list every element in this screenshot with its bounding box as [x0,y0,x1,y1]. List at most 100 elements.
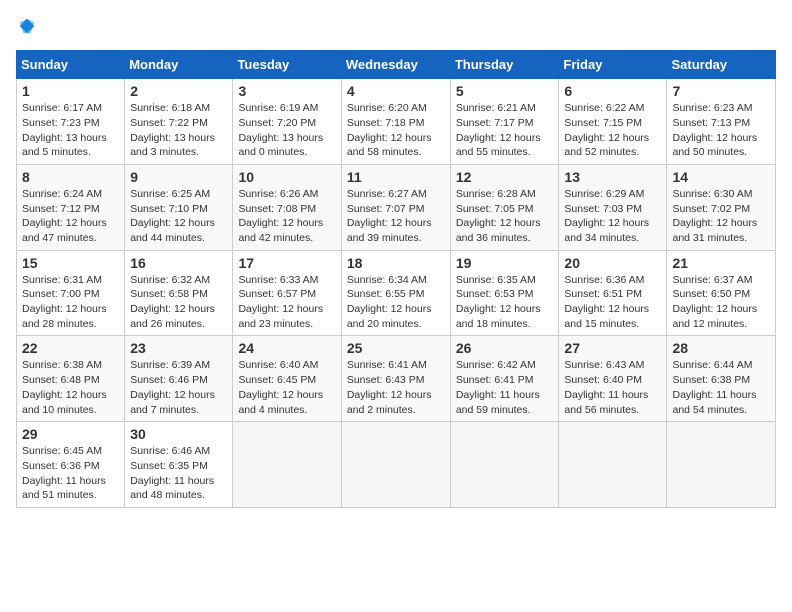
week-row-5: 29 Sunrise: 6:45 AMSunset: 6:36 PMDaylig… [17,422,776,508]
day-detail: Sunrise: 6:40 AMSunset: 6:45 PMDaylight:… [238,358,335,417]
day-detail: Sunrise: 6:45 AMSunset: 6:36 PMDaylight:… [22,444,119,503]
day-number: 20 [564,255,661,271]
calendar-cell: 14 Sunrise: 6:30 AMSunset: 7:02 PMDaylig… [667,164,776,250]
calendar-cell [233,422,341,508]
calendar-cell: 16 Sunrise: 6:32 AMSunset: 6:58 PMDaylig… [125,250,233,336]
day-number: 29 [22,426,119,442]
calendar-cell: 3 Sunrise: 6:19 AMSunset: 7:20 PMDayligh… [233,79,341,165]
calendar-cell: 18 Sunrise: 6:34 AMSunset: 6:55 PMDaylig… [341,250,450,336]
calendar-cell [341,422,450,508]
day-detail: Sunrise: 6:28 AMSunset: 7:05 PMDaylight:… [456,187,554,246]
day-number: 22 [22,340,119,356]
day-detail: Sunrise: 6:21 AMSunset: 7:17 PMDaylight:… [456,101,554,160]
day-number: 5 [456,83,554,99]
calendar-cell [559,422,667,508]
calendar-cell [667,422,776,508]
day-detail: Sunrise: 6:24 AMSunset: 7:12 PMDaylight:… [22,187,119,246]
day-number: 13 [564,169,661,185]
logo [16,16,36,40]
day-detail: Sunrise: 6:32 AMSunset: 6:58 PMDaylight:… [130,273,227,332]
page-header [16,16,776,40]
day-number: 6 [564,83,661,99]
weekday-header-sunday: Sunday [17,51,125,79]
calendar-cell: 5 Sunrise: 6:21 AMSunset: 7:17 PMDayligh… [450,79,559,165]
day-number: 17 [238,255,335,271]
calendar-cell: 6 Sunrise: 6:22 AMSunset: 7:15 PMDayligh… [559,79,667,165]
day-number: 19 [456,255,554,271]
day-number: 1 [22,83,119,99]
day-number: 8 [22,169,119,185]
day-detail: Sunrise: 6:31 AMSunset: 7:00 PMDaylight:… [22,273,119,332]
day-number: 26 [456,340,554,356]
weekday-header-saturday: Saturday [667,51,776,79]
day-number: 9 [130,169,227,185]
day-detail: Sunrise: 6:42 AMSunset: 6:41 PMDaylight:… [456,358,554,417]
day-detail: Sunrise: 6:44 AMSunset: 6:38 PMDaylight:… [672,358,770,417]
day-detail: Sunrise: 6:37 AMSunset: 6:50 PMDaylight:… [672,273,770,332]
day-detail: Sunrise: 6:26 AMSunset: 7:08 PMDaylight:… [238,187,335,246]
week-row-2: 8 Sunrise: 6:24 AMSunset: 7:12 PMDayligh… [17,164,776,250]
calendar-cell: 22 Sunrise: 6:38 AMSunset: 6:48 PMDaylig… [17,336,125,422]
calendar-cell: 10 Sunrise: 6:26 AMSunset: 7:08 PMDaylig… [233,164,341,250]
day-detail: Sunrise: 6:27 AMSunset: 7:07 PMDaylight:… [347,187,445,246]
day-number: 11 [347,169,445,185]
calendar-cell: 17 Sunrise: 6:33 AMSunset: 6:57 PMDaylig… [233,250,341,336]
calendar-cell: 21 Sunrise: 6:37 AMSunset: 6:50 PMDaylig… [667,250,776,336]
day-detail: Sunrise: 6:29 AMSunset: 7:03 PMDaylight:… [564,187,661,246]
day-detail: Sunrise: 6:39 AMSunset: 6:46 PMDaylight:… [130,358,227,417]
calendar-cell: 9 Sunrise: 6:25 AMSunset: 7:10 PMDayligh… [125,164,233,250]
day-detail: Sunrise: 6:33 AMSunset: 6:57 PMDaylight:… [238,273,335,332]
day-detail: Sunrise: 6:18 AMSunset: 7:22 PMDaylight:… [130,101,227,160]
day-detail: Sunrise: 6:30 AMSunset: 7:02 PMDaylight:… [672,187,770,246]
day-detail: Sunrise: 6:20 AMSunset: 7:18 PMDaylight:… [347,101,445,160]
day-number: 12 [456,169,554,185]
calendar-cell: 29 Sunrise: 6:45 AMSunset: 6:36 PMDaylig… [17,422,125,508]
day-detail: Sunrise: 6:38 AMSunset: 6:48 PMDaylight:… [22,358,119,417]
calendar-cell: 24 Sunrise: 6:40 AMSunset: 6:45 PMDaylig… [233,336,341,422]
day-number: 7 [672,83,770,99]
day-detail: Sunrise: 6:34 AMSunset: 6:55 PMDaylight:… [347,273,445,332]
day-number: 21 [672,255,770,271]
calendar-cell: 12 Sunrise: 6:28 AMSunset: 7:05 PMDaylig… [450,164,559,250]
day-number: 16 [130,255,227,271]
calendar-table: SundayMondayTuesdayWednesdayThursdayFrid… [16,50,776,508]
day-number: 30 [130,426,227,442]
calendar-cell [450,422,559,508]
calendar-cell: 27 Sunrise: 6:43 AMSunset: 6:40 PMDaylig… [559,336,667,422]
day-detail: Sunrise: 6:19 AMSunset: 7:20 PMDaylight:… [238,101,335,160]
calendar-cell: 11 Sunrise: 6:27 AMSunset: 7:07 PMDaylig… [341,164,450,250]
day-detail: Sunrise: 6:46 AMSunset: 6:35 PMDaylight:… [130,444,227,503]
day-detail: Sunrise: 6:17 AMSunset: 7:23 PMDaylight:… [22,101,119,160]
calendar-cell: 25 Sunrise: 6:41 AMSunset: 6:43 PMDaylig… [341,336,450,422]
weekday-header-wednesday: Wednesday [341,51,450,79]
day-number: 3 [238,83,335,99]
calendar-cell: 7 Sunrise: 6:23 AMSunset: 7:13 PMDayligh… [667,79,776,165]
day-number: 18 [347,255,445,271]
day-number: 25 [347,340,445,356]
weekday-header-friday: Friday [559,51,667,79]
weekday-header-tuesday: Tuesday [233,51,341,79]
calendar-cell: 23 Sunrise: 6:39 AMSunset: 6:46 PMDaylig… [125,336,233,422]
day-number: 24 [238,340,335,356]
week-row-4: 22 Sunrise: 6:38 AMSunset: 6:48 PMDaylig… [17,336,776,422]
calendar-cell: 19 Sunrise: 6:35 AMSunset: 6:53 PMDaylig… [450,250,559,336]
calendar-cell: 15 Sunrise: 6:31 AMSunset: 7:00 PMDaylig… [17,250,125,336]
logo-text [16,16,36,40]
day-number: 10 [238,169,335,185]
calendar-cell: 30 Sunrise: 6:46 AMSunset: 6:35 PMDaylig… [125,422,233,508]
weekday-header-thursday: Thursday [450,51,559,79]
day-detail: Sunrise: 6:25 AMSunset: 7:10 PMDaylight:… [130,187,227,246]
calendar-cell: 2 Sunrise: 6:18 AMSunset: 7:22 PMDayligh… [125,79,233,165]
day-detail: Sunrise: 6:23 AMSunset: 7:13 PMDaylight:… [672,101,770,160]
calendar-cell: 4 Sunrise: 6:20 AMSunset: 7:18 PMDayligh… [341,79,450,165]
day-number: 23 [130,340,227,356]
calendar-cell: 20 Sunrise: 6:36 AMSunset: 6:51 PMDaylig… [559,250,667,336]
day-detail: Sunrise: 6:36 AMSunset: 6:51 PMDaylight:… [564,273,661,332]
day-detail: Sunrise: 6:41 AMSunset: 6:43 PMDaylight:… [347,358,445,417]
day-detail: Sunrise: 6:22 AMSunset: 7:15 PMDaylight:… [564,101,661,160]
calendar-cell: 13 Sunrise: 6:29 AMSunset: 7:03 PMDaylig… [559,164,667,250]
day-number: 4 [347,83,445,99]
day-number: 15 [22,255,119,271]
calendar-cell: 1 Sunrise: 6:17 AMSunset: 7:23 PMDayligh… [17,79,125,165]
calendar-cell: 26 Sunrise: 6:42 AMSunset: 6:41 PMDaylig… [450,336,559,422]
